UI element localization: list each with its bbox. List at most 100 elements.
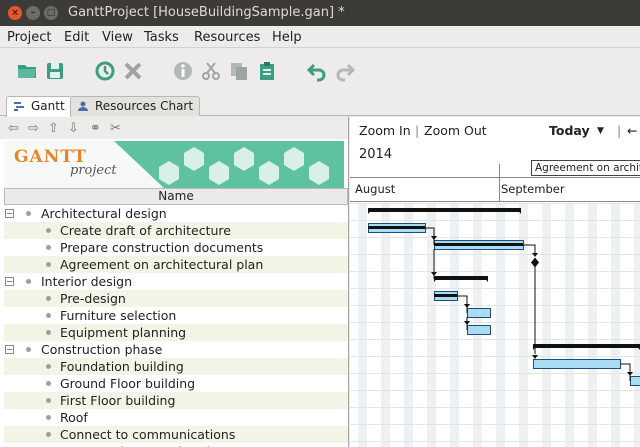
task-row[interactable]: Construction completed: [4, 443, 348, 447]
task-group-row[interactable]: − Interior design: [4, 273, 348, 290]
task-name: Furniture selection: [60, 308, 177, 323]
task-row[interactable]: Create draft of architecture: [4, 222, 348, 239]
task-row[interactable]: Equipment planning: [4, 324, 348, 341]
collapse-toggle-icon[interactable]: −: [5, 277, 14, 286]
task-group-row[interactable]: − Construction phase: [4, 341, 348, 358]
weekend-column: [611, 203, 620, 447]
gantt-grid[interactable]: [350, 203, 640, 447]
weekend-column: [588, 203, 597, 447]
tree-toolbar: ⇦ ⇨ ⇧ ⇩ ⚭ ✂: [0, 117, 348, 139]
tab-resources-chart-label: Resources Chart: [95, 99, 194, 113]
copy-icon[interactable]: [228, 60, 250, 82]
unindent-icon[interactable]: ⇦: [8, 121, 19, 136]
scroll-left-button[interactable]: ←: [627, 123, 637, 138]
menu-help[interactable]: Help: [272, 30, 302, 45]
task-bullet-icon: [46, 415, 51, 420]
open-folder-icon[interactable]: [16, 60, 38, 82]
maximize-window-button[interactable]: □: [44, 6, 58, 20]
minimize-window-button[interactable]: –: [26, 6, 40, 20]
link-icon[interactable]: ⚭: [90, 121, 101, 136]
view-tabs: Gantt Resources Chart: [0, 94, 640, 117]
history-icon[interactable]: [94, 60, 116, 82]
weekend-column: [358, 203, 367, 447]
close-window-button[interactable]: ×: [8, 6, 22, 20]
timeline-header: August September: [350, 164, 640, 202]
weekend-column: [519, 203, 528, 447]
unlink-icon[interactable]: ✂: [110, 121, 121, 136]
task-bullet-icon: [46, 296, 51, 301]
menu-project[interactable]: Project: [7, 30, 51, 45]
save-icon[interactable]: [44, 60, 66, 82]
weekend-column: [634, 203, 640, 447]
task-name: Roof: [60, 410, 88, 425]
cut-icon[interactable]: [200, 60, 222, 82]
task-name: Create draft of architecture: [60, 223, 231, 238]
task-bullet-icon: [46, 262, 51, 267]
task-bar: [467, 308, 491, 318]
info-icon[interactable]: [172, 60, 194, 82]
collapse-toggle-icon[interactable]: −: [5, 345, 14, 354]
task-row[interactable]: Ground Floor building: [4, 375, 348, 392]
task-row[interactable]: Prepare construction documents: [4, 239, 348, 256]
logo-subtext: project: [70, 163, 117, 178]
zoom-out-button[interactable]: Zoom Out: [424, 123, 487, 138]
zoom-separator: |: [415, 123, 420, 138]
task-row[interactable]: Foundation building: [4, 358, 348, 375]
menu-resources[interactable]: Resources: [194, 30, 260, 45]
task-progress: [434, 294, 457, 297]
task-bar: [467, 325, 491, 335]
milestone-label: Agreement on architect: [531, 160, 640, 176]
task-name: Agreement on architectural plan: [60, 257, 264, 272]
today-button[interactable]: Today: [549, 123, 590, 138]
zoom-in-button[interactable]: Zoom In: [359, 123, 411, 138]
tab-gantt[interactable]: Gantt: [6, 96, 72, 117]
task-tree-pane: ⇦ ⇨ ⇧ ⇩ ⚭ ✂ GANTT project Name − Architec…: [0, 117, 349, 447]
gantt-chart-pane: Zoom In | Zoom Out Today ▼ | ← 2014 Agre…: [350, 117, 640, 447]
task-bullet-icon: [46, 381, 51, 386]
task-name: First Floor building: [60, 393, 176, 408]
task-name: Pre-design: [60, 291, 126, 306]
task-bullet-icon: [46, 245, 51, 250]
group-summary-bar: [434, 276, 488, 280]
today-dropdown-icon[interactable]: ▼: [597, 126, 604, 136]
toolbar: [0, 48, 640, 94]
task-name: Interior design: [41, 274, 133, 289]
move-down-icon[interactable]: ⇩: [68, 121, 79, 136]
move-up-icon[interactable]: ⇧: [48, 121, 59, 136]
task-group-row[interactable]: − Architectural design: [4, 205, 348, 222]
redo-icon[interactable]: [334, 60, 356, 82]
month-september: September: [501, 182, 565, 196]
month-divider: [499, 164, 500, 202]
task-bullet-icon: [46, 330, 51, 335]
paste-icon[interactable]: [256, 60, 278, 82]
delete-icon[interactable]: [122, 60, 144, 82]
indent-icon[interactable]: ⇨: [28, 121, 39, 136]
task-bullet-icon: [46, 398, 51, 403]
tab-resources-chart[interactable]: Resources Chart: [70, 96, 201, 116]
task-row[interactable]: First Floor building: [4, 392, 348, 409]
menu-tasks[interactable]: Tasks: [144, 30, 179, 45]
tab-gantt-label: Gantt: [31, 99, 65, 113]
task-bar: [533, 359, 621, 369]
menu-edit[interactable]: Edit: [64, 30, 89, 45]
task-bullet-icon: [26, 347, 31, 352]
task-name: Construction phase: [41, 342, 163, 357]
task-row[interactable]: Pre-design: [4, 290, 348, 307]
column-header-name[interactable]: Name: [4, 188, 348, 205]
task-row[interactable]: Roof: [4, 409, 348, 426]
task-bullet-icon: [46, 432, 51, 437]
task-row[interactable]: Connect to communications: [4, 426, 348, 443]
task-row[interactable]: Furniture selection: [4, 307, 348, 324]
task-bullet-icon: [26, 211, 31, 216]
weekend-column: [450, 203, 459, 447]
weekend-column: [496, 203, 505, 447]
menu-view[interactable]: View: [102, 30, 133, 45]
task-bar: [630, 376, 640, 386]
collapse-toggle-icon[interactable]: −: [5, 209, 14, 218]
task-row[interactable]: Agreement on architectural plan: [4, 256, 348, 273]
undo-icon[interactable]: [306, 60, 328, 82]
weekend-column: [565, 203, 574, 447]
task-name: Foundation building: [60, 359, 184, 374]
month-august: August: [355, 182, 396, 196]
milestone-diamond: [531, 257, 539, 268]
